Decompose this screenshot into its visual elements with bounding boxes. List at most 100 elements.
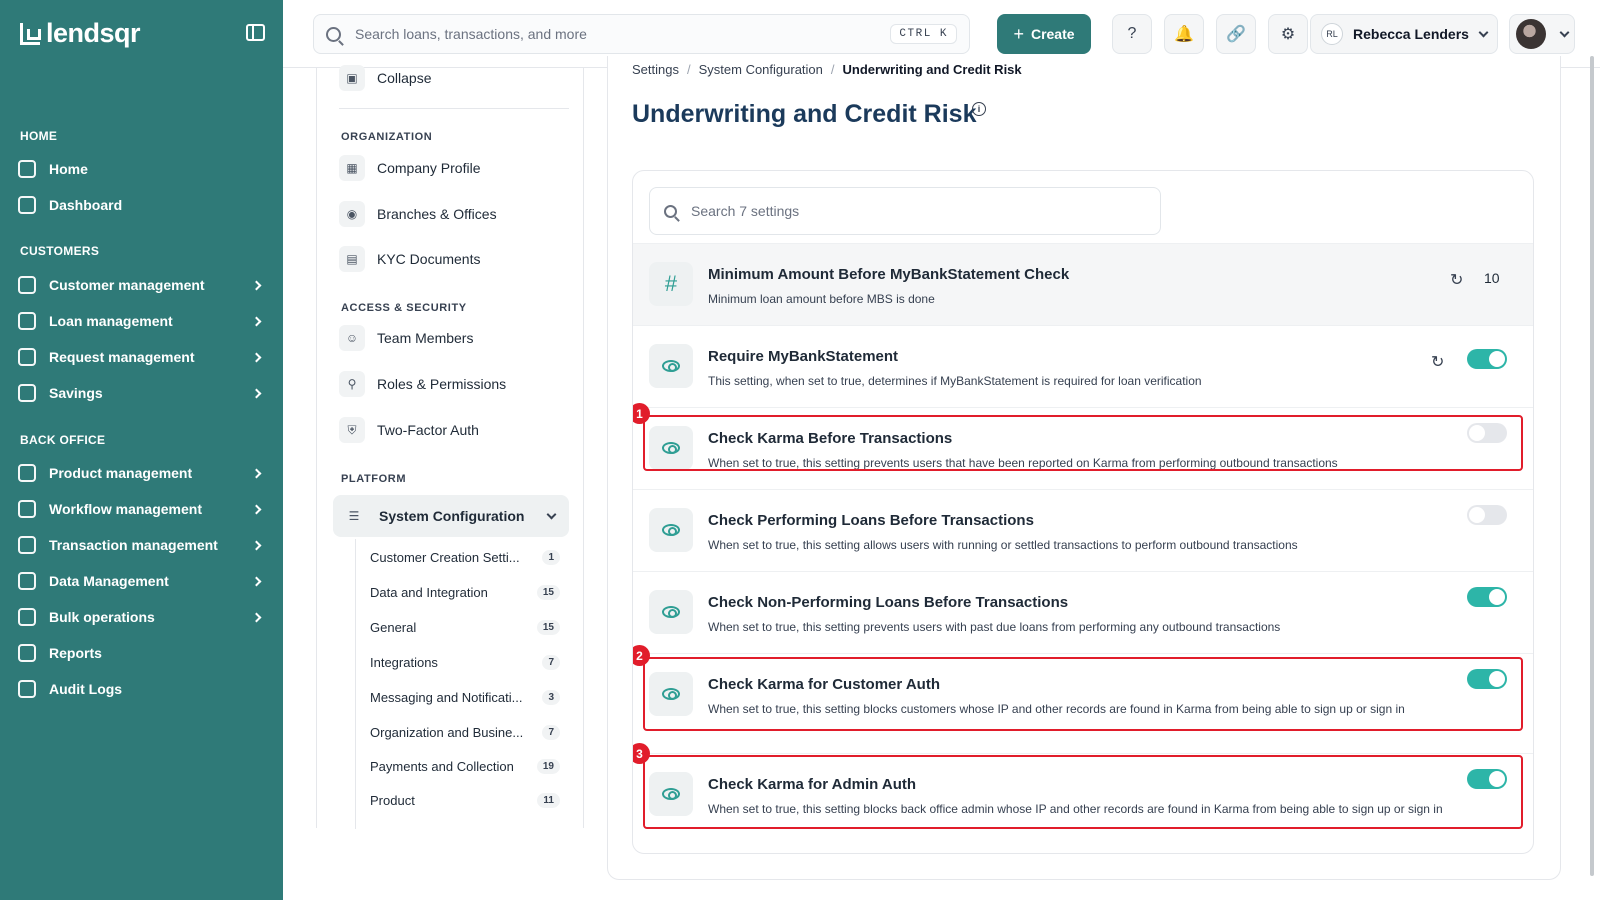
nav-reports[interactable]: Reports: [18, 639, 268, 667]
nav-home[interactable]: Home: [18, 155, 268, 183]
chevron-down-icon: [1478, 27, 1489, 37]
count-badge: 11: [537, 792, 560, 808]
box-icon: [18, 464, 36, 482]
nav-dashboard[interactable]: Dashboard: [18, 191, 268, 219]
scrollbar-thumb[interactable]: [1590, 56, 1594, 876]
submenu-item[interactable]: Organization and Busine... 7: [370, 720, 560, 744]
setting-description: When set to true, this setting prevents …: [708, 620, 1281, 634]
plus-icon: +: [1013, 23, 1024, 44]
setting-toggle[interactable]: [1467, 349, 1507, 369]
link-button[interactable]: 🔗: [1216, 14, 1256, 54]
platform-heading: PLATFORM: [341, 473, 407, 485]
reset-icon[interactable]: ↻: [1431, 352, 1444, 372]
settings-roles-permissions[interactable]: ⚲ Roles & Permissions: [339, 368, 506, 400]
settings-search-input[interactable]: Search 7 settings: [649, 187, 1161, 235]
settings-main-panel: Settings / System Configuration / Underw…: [607, 56, 1561, 880]
annotation-number: 2: [633, 645, 650, 666]
savings-icon: [18, 384, 36, 402]
annotation-box: 2: [633, 645, 1523, 731]
section-back-office-title: BACK OFFICE: [20, 433, 106, 447]
submenu-item[interactable]: Product 11: [370, 788, 560, 812]
count-badge: 7: [542, 654, 560, 670]
breadcrumb-settings[interactable]: Settings: [632, 62, 679, 77]
info-icon[interactable]: i: [972, 102, 986, 116]
settings-team-members[interactable]: ☺ Team Members: [339, 322, 473, 354]
nav-bulk-operations[interactable]: Bulk operations: [18, 603, 268, 631]
settings-button[interactable]: ⚙: [1268, 14, 1308, 54]
help-button[interactable]: ?: [1112, 14, 1152, 54]
setting-description: When set to true, this setting allows us…: [708, 538, 1298, 552]
org-name: Rebecca Lenders: [1353, 26, 1469, 42]
settings-system-configuration[interactable]: ☰ System Configuration: [333, 495, 569, 537]
submenu-item[interactable]: Payments and Collection 19: [370, 754, 560, 778]
nav-savings[interactable]: Savings: [18, 379, 268, 407]
nav-data-management[interactable]: Data Management: [18, 567, 268, 595]
submenu-item[interactable]: General 15: [370, 615, 560, 639]
nav-product-management[interactable]: Product management: [18, 459, 268, 487]
clipboard-icon: [18, 680, 36, 698]
setting-description: This setting, when set to true, determin…: [708, 374, 1202, 388]
profile-menu-button[interactable]: [1509, 14, 1575, 54]
collapse-icon: ▣: [339, 65, 365, 91]
eye-icon-tile: [649, 590, 693, 634]
setting-title: Check Non-Performing Loans Before Transa…: [708, 594, 1069, 611]
chevron-right-icon: [251, 504, 262, 514]
chevron-right-icon: [251, 468, 262, 478]
settings-two-factor-auth[interactable]: ⛨ Two-Factor Auth: [339, 414, 479, 446]
setting-row: # Minimum Amount Before MyBankStatement …: [633, 243, 1533, 325]
reset-icon[interactable]: ↻: [1450, 270, 1463, 290]
setting-number-value[interactable]: 10: [1484, 270, 1500, 286]
building-icon: ▦: [339, 155, 365, 181]
page-scrollbar[interactable]: [1588, 56, 1596, 880]
bar-chart-icon: [18, 644, 36, 662]
gear-icon: ⚙: [1280, 26, 1296, 43]
breadcrumb: Settings / System Configuration / Underw…: [632, 62, 1022, 77]
chevron-right-icon: [251, 352, 262, 362]
document-icon: ▤: [339, 246, 365, 272]
chevron-down-icon: [1559, 27, 1570, 37]
submenu-item[interactable]: Customer Creation Setti... 1: [370, 545, 560, 569]
setting-toggle[interactable]: [1467, 587, 1507, 607]
home-icon: [18, 160, 36, 178]
setting-row: Check Performing Loans Before Transactio…: [633, 489, 1533, 571]
chevron-right-icon: [251, 612, 262, 622]
users-icon: [18, 276, 36, 294]
submenu-item[interactable]: Messaging and Notificati... 3: [370, 685, 560, 709]
transfer-icon: [18, 536, 36, 554]
nav-request-management[interactable]: Request management: [18, 343, 268, 371]
submenu-item[interactable]: Data and Integration 15: [370, 580, 560, 604]
submenu-item[interactable]: Integrations 7: [370, 650, 560, 674]
eye-icon: [662, 606, 680, 618]
global-search-input[interactable]: Search loans, transactions, and more CTR…: [313, 14, 970, 54]
breadcrumb-current: Underwriting and Credit Risk: [842, 62, 1022, 77]
create-button[interactable]: + Create: [997, 14, 1091, 54]
settings-company-profile[interactable]: ▦ Company Profile: [339, 152, 481, 184]
loan-icon: [18, 312, 36, 330]
brand-logo[interactable]: lendsqr: [20, 18, 141, 49]
breadcrumb-separator: /: [686, 62, 691, 77]
organization-switcher[interactable]: RL Rebecca Lenders: [1310, 14, 1498, 54]
settings-kyc-documents[interactable]: ▤ KYC Documents: [339, 243, 480, 275]
collapse-settings-button[interactable]: ▣ Collapse: [339, 62, 431, 94]
help-icon: ?: [1127, 25, 1137, 42]
nav-customer-management[interactable]: Customer management: [18, 271, 268, 299]
workflow-icon: [18, 500, 36, 518]
notifications-button[interactable]: 🔔: [1164, 14, 1204, 54]
search-icon: [664, 204, 677, 218]
chevron-right-icon: [251, 388, 262, 398]
collapse-sidebar-icon[interactable]: [246, 24, 265, 41]
inbox-icon: [18, 608, 36, 626]
settings-branches-offices[interactable]: ◉ Branches & Offices: [339, 198, 497, 230]
chevron-right-icon: [251, 540, 262, 550]
main-sidebar: lendsqr HOME Home Dashboard CUSTOMERS Cu…: [0, 0, 283, 900]
settings-search-placeholder: Search 7 settings: [691, 203, 800, 219]
nav-workflow-management[interactable]: Workflow management: [18, 495, 268, 523]
setting-toggle[interactable]: [1467, 505, 1507, 525]
logo-mark-icon: [20, 22, 41, 45]
nav-transaction-management[interactable]: Transaction management: [18, 531, 268, 559]
nav-loan-management[interactable]: Loan management: [18, 307, 268, 335]
count-badge: 3: [542, 689, 560, 705]
breadcrumb-system-configuration[interactable]: System Configuration: [699, 62, 823, 77]
setting-row: Require MyBankStatement This setting, wh…: [633, 325, 1533, 407]
nav-audit-logs[interactable]: Audit Logs: [18, 675, 268, 703]
